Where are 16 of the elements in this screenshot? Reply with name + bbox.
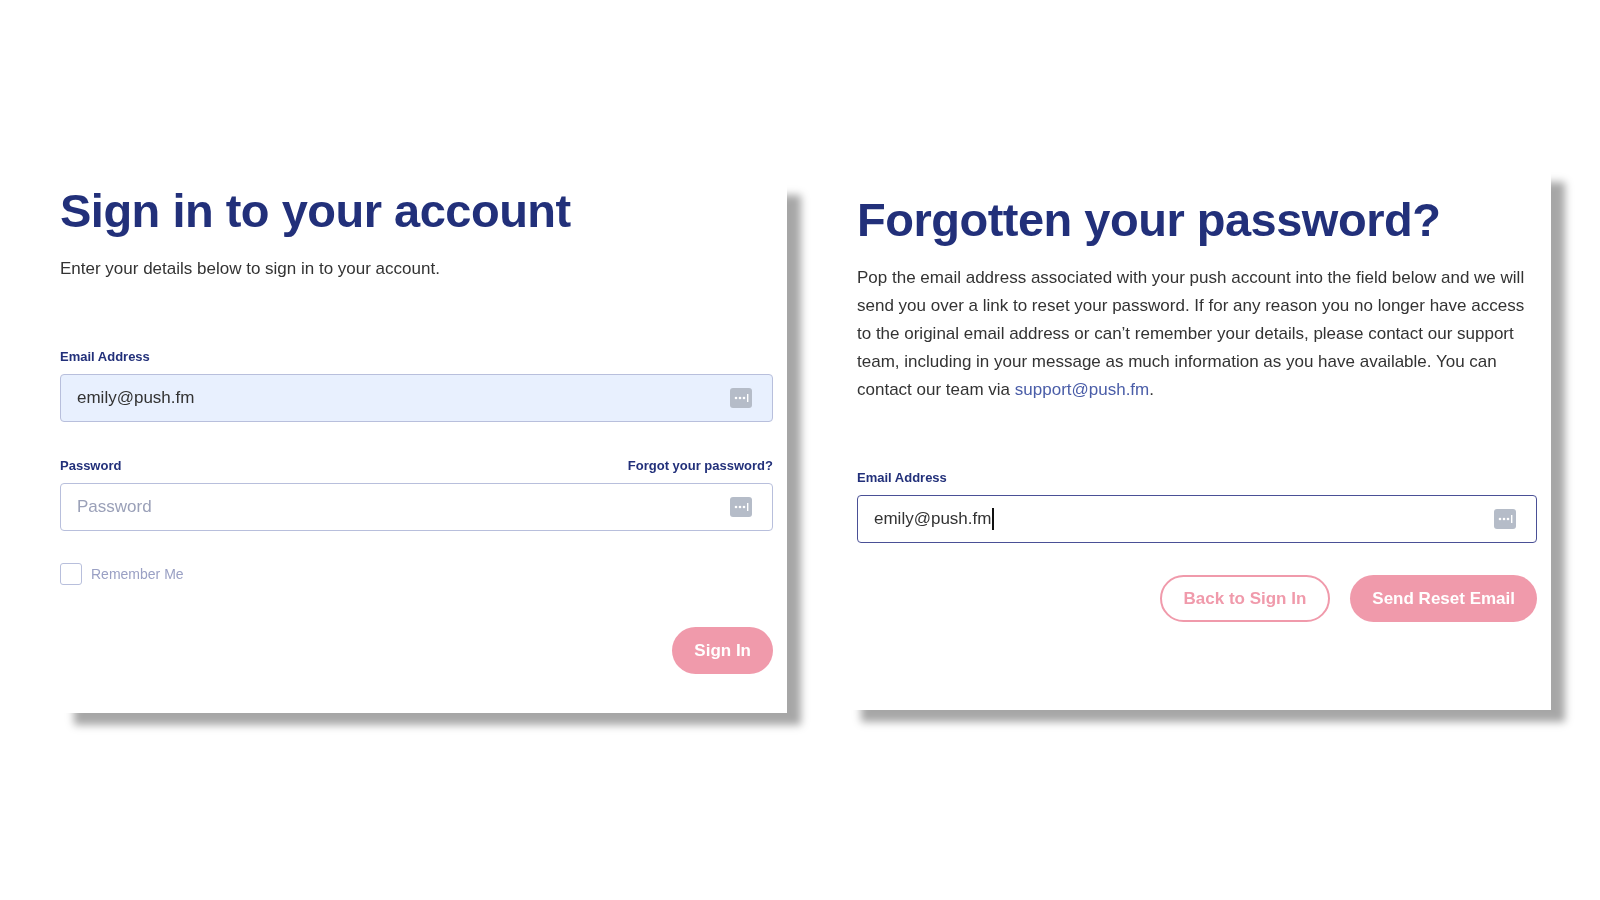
subtitle: Enter your details below to sign in to your account. <box>60 259 441 280</box>
input-field[interactable]: emily@push.fm <box>60 374 773 423</box>
input-field[interactable]: emily@push.fm <box>857 495 1537 544</box>
password-manager-icon <box>730 497 752 518</box>
instructions-paragraph: Pop the email address associated with your push account into the field below and we will send you over a link to reset your password. If for any reason you no longer have access to the original email address or can’t remember your details, please contact our support team, including in your message as much information as you have available. You can contact our team via support@push.fm. <box>857 267 1526 402</box>
field-label: Password <box>60 458 122 474</box>
forgot-password-link[interactable]: Forgot your password? <box>627 458 773 474</box>
checkbox[interactable] <box>60 563 82 586</box>
page-title: Forgotten your password? <box>857 192 1442 248</box>
support-email-link[interactable]: support@push.fm <box>1014 380 1150 400</box>
password-manager-icon <box>730 388 752 409</box>
password-manager-icon <box>1494 509 1516 530</box>
page-title: Sign in to your account <box>60 183 572 239</box>
field-label: Email Address <box>60 349 150 365</box>
field-label: Email Address <box>857 470 947 486</box>
checkbox-label: Remember Me <box>91 566 184 583</box>
